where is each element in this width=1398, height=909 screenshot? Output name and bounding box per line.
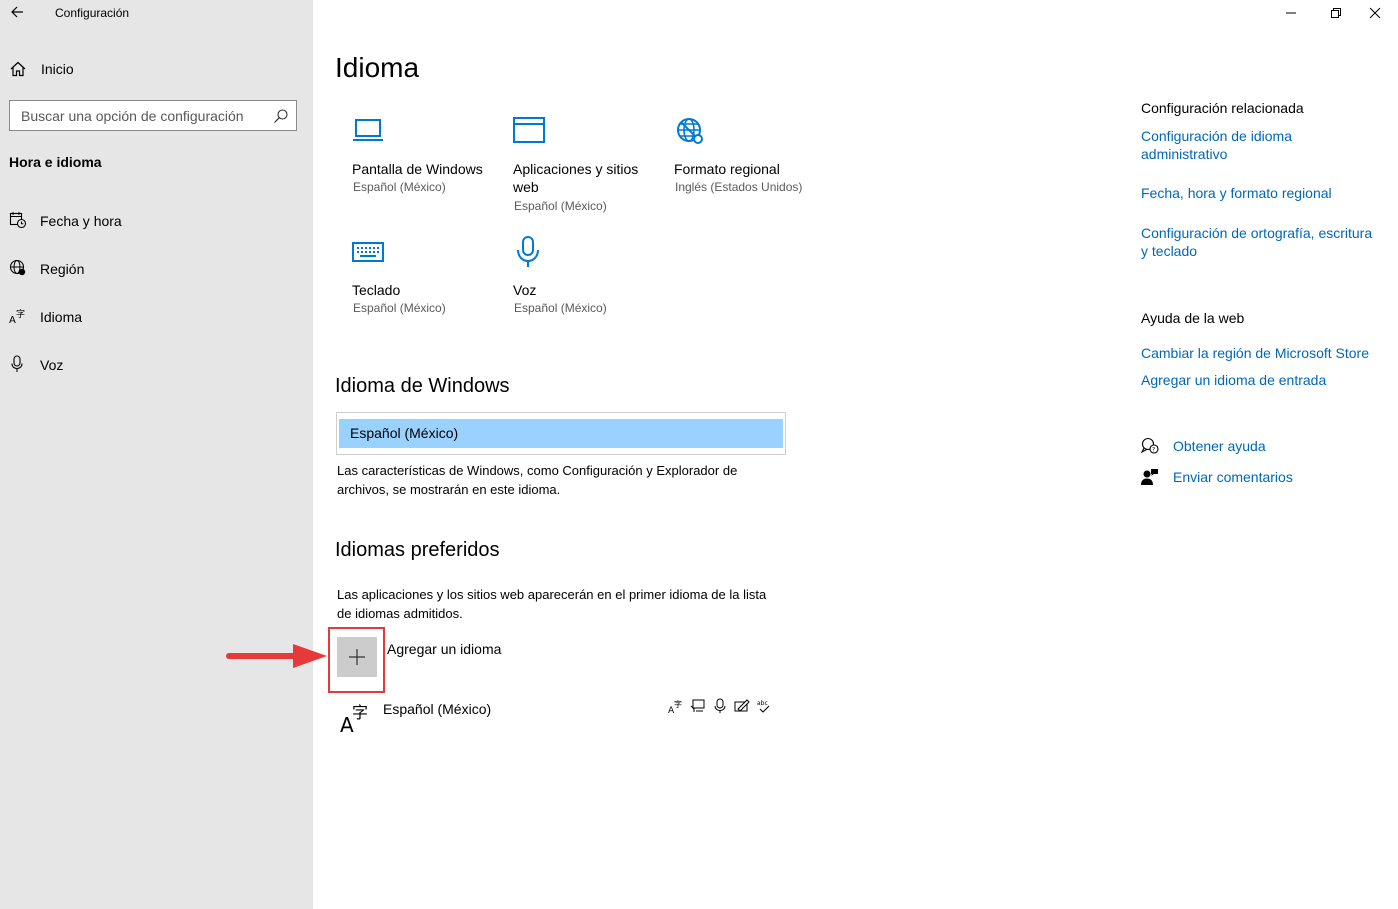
laptop-icon — [353, 119, 383, 141]
sidebar-item-fecha-hora[interactable]: Fecha y hora — [9, 209, 299, 233]
send-feedback-link[interactable]: Enviar comentarios — [1141, 468, 1381, 488]
page-title: Idioma — [335, 52, 420, 83]
sidebar-item-region[interactable]: Región — [9, 257, 299, 281]
tile-name: Formato regional — [674, 161, 780, 177]
search-input[interactable] — [10, 101, 260, 130]
windows-language-selected[interactable]: Español (México) — [339, 419, 783, 448]
svg-text:?: ? — [1152, 447, 1155, 454]
add-language-label[interactable]: Agregar un idioma — [387, 641, 501, 657]
globe-format-icon — [677, 118, 703, 144]
preferred-languages-description: Las aplicaciones y los sitios web aparec… — [337, 587, 767, 621]
section-title: Hora e idioma — [9, 154, 102, 170]
windows-language-select[interactable]: Español (México) — [336, 412, 786, 455]
search-icon[interactable] — [273, 108, 289, 124]
get-help-label: Obtener ayuda — [1173, 438, 1266, 454]
speech-recognition-icon — [712, 698, 728, 714]
back-button[interactable] — [8, 2, 28, 22]
sidebar-item-label: Idioma — [40, 309, 83, 325]
link-admin-language-settings[interactable]: Configuración de idioma administrativo — [1141, 127, 1381, 163]
sidebar: Configuración Inicio Hora e idioma Fecha… — [0, 0, 313, 909]
display-language-icon: A字 — [668, 698, 684, 716]
preferred-language-label: Español (México) — [383, 701, 492, 717]
link-spelling-typing-keyboard[interactable]: Configuración de ortografía, escritura y… — [1141, 224, 1381, 260]
web-help-heading: Ayuda de la web — [1141, 310, 1245, 326]
spell-check-icon: abc — [756, 698, 772, 714]
tile-name: Aplicaciones y sitios web — [513, 161, 639, 195]
calendar-clock-icon — [9, 212, 27, 229]
tile-name: Voz — [513, 282, 537, 298]
text-to-speech-icon — [690, 698, 706, 714]
windows-language-description: Las características de Windows, como Con… — [337, 463, 738, 497]
tile-pantalla-windows[interactable]: Pantalla de Windows Español (México) — [352, 115, 502, 205]
keyboard-icon — [352, 242, 384, 262]
sidebar-item-label: Región — [40, 261, 85, 277]
svg-text:abc: abc — [757, 700, 768, 707]
add-language-highlight — [328, 627, 385, 693]
microphone-icon — [517, 236, 539, 267]
related-settings-heading: Configuración relacionada — [1141, 100, 1304, 116]
add-language-button[interactable] — [337, 637, 377, 677]
tile-formato-regional[interactable]: Formato regional Inglés (Estados Unidos) — [674, 115, 824, 205]
home-icon — [10, 61, 26, 77]
svg-text:字: 字 — [674, 699, 682, 709]
preferred-languages-heading: Idiomas preferidos — [335, 539, 500, 561]
minimize-icon — [1286, 12, 1296, 14]
close-button[interactable] — [1352, 0, 1398, 26]
tile-subtitle: Inglés (Estados Unidos) — [675, 180, 803, 194]
windows-language-heading: Idioma de Windows — [335, 375, 510, 397]
tile-voz[interactable]: Voz Español (México) — [513, 236, 663, 326]
app-title: Configuración — [55, 6, 130, 20]
tile-subtitle: Español (México) — [353, 180, 446, 194]
send-feedback-label: Enviar comentarios — [1173, 469, 1293, 485]
link-change-store-region[interactable]: Cambiar la región de Microsoft Store — [1141, 344, 1381, 362]
tile-teclado[interactable]: Teclado Español (México) — [352, 236, 502, 326]
globe-region-icon — [9, 259, 26, 276]
red-arrow-annotation — [226, 644, 327, 668]
language-features: A字 abc — [668, 698, 772, 716]
minimize-button[interactable] — [1268, 0, 1314, 26]
link-date-time-region[interactable]: Fecha, hora y formato regional — [1141, 184, 1381, 202]
nav-home-label: Inicio — [41, 61, 74, 77]
link-add-input-language[interactable]: Agregar un idioma de entrada — [1141, 371, 1381, 389]
svg-text:A: A — [9, 315, 16, 325]
browser-window-icon — [513, 117, 545, 143]
sidebar-item-label: Voz — [40, 357, 64, 373]
language-icon: A字 — [9, 308, 25, 325]
search-box[interactable] — [9, 100, 297, 131]
tile-subtitle: Español (México) — [353, 301, 446, 315]
svg-text:字: 字 — [352, 703, 368, 722]
preferred-language-item[interactable]: A字 Español (México) A字 abc — [337, 698, 787, 738]
get-help-link[interactable]: ? Obtener ayuda — [1141, 437, 1381, 457]
tile-name: Pantalla de Windows — [352, 161, 483, 177]
language-icon: A字 — [340, 703, 368, 734]
tile-subtitle: Español (México) — [514, 199, 607, 213]
sidebar-item-idioma[interactable]: A字 Idioma — [9, 305, 299, 329]
microphone-icon — [11, 355, 23, 372]
handwriting-icon — [734, 698, 750, 714]
tile-subtitle: Español (México) — [514, 301, 607, 315]
tile-aplicaciones-sitios[interactable]: Aplicaciones y sitios web Español (Méxic… — [513, 115, 663, 215]
svg-text:字: 字 — [16, 308, 25, 320]
back-arrow-icon — [11, 6, 23, 18]
sidebar-item-voz[interactable]: Voz — [9, 353, 299, 377]
help-chat-icon: ? — [1141, 437, 1159, 454]
plus-icon — [349, 649, 365, 665]
restore-icon — [1331, 8, 1341, 18]
sidebar-item-label: Fecha y hora — [40, 213, 122, 229]
feedback-person-icon — [1141, 469, 1158, 485]
close-icon — [1369, 7, 1381, 19]
nav-home[interactable]: Inicio — [9, 58, 299, 80]
title-bar: Configuración — [0, 0, 313, 26]
tile-name: Teclado — [352, 282, 401, 298]
